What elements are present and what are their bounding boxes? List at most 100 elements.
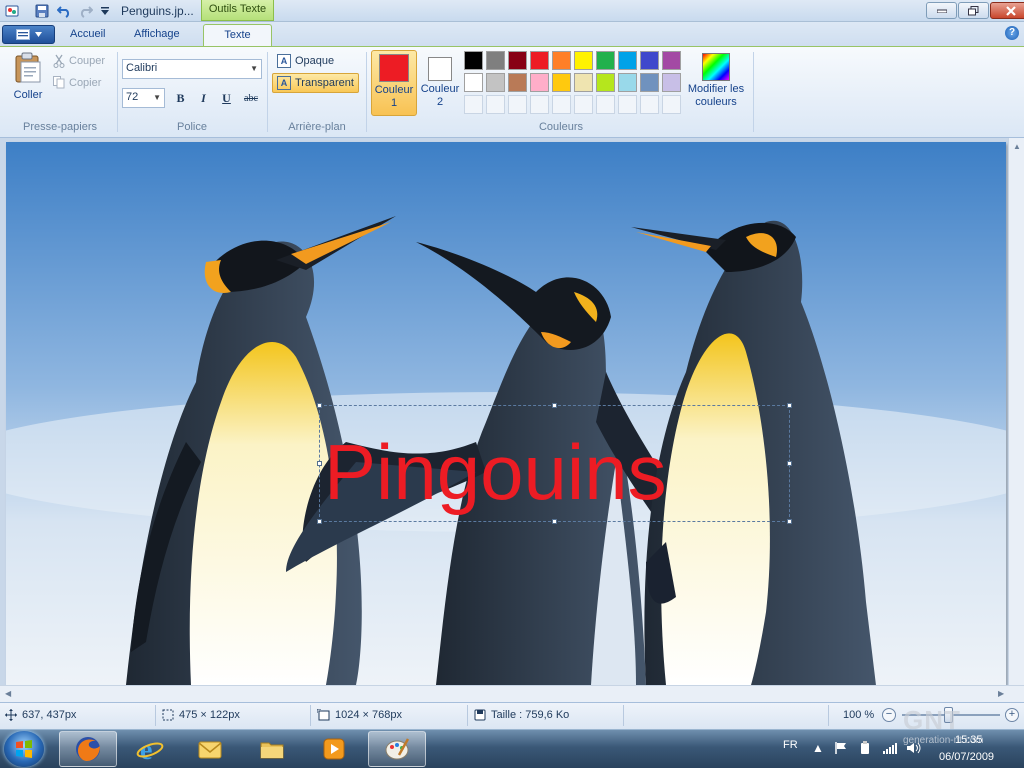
- palette-color-swatch[interactable]: [662, 51, 681, 70]
- palette-color-swatch[interactable]: [574, 51, 593, 70]
- palette-color-swatch[interactable]: [618, 51, 637, 70]
- resize-handle[interactable]: [787, 461, 792, 466]
- color1-label-line2: 1: [390, 97, 398, 109]
- paint-app-icon[interactable]: [4, 3, 20, 19]
- palette-color-swatch[interactable]: [662, 73, 681, 92]
- strikethrough-button[interactable]: abc: [239, 88, 263, 108]
- font-family-select[interactable]: Calibri ▼: [122, 59, 262, 79]
- palette-color-swatch[interactable]: [464, 73, 483, 92]
- tab-affichage[interactable]: Affichage: [122, 25, 192, 46]
- maximize-button[interactable]: [958, 2, 989, 19]
- application-menu-button[interactable]: [2, 25, 55, 44]
- resize-handle[interactable]: [317, 461, 322, 466]
- resize-handle[interactable]: [552, 403, 557, 408]
- color2-button[interactable]: Couleur 2: [418, 50, 462, 116]
- zoom-level: 100 %: [843, 709, 875, 721]
- palette-color-swatch[interactable]: [640, 73, 659, 92]
- selection-size: 475 × 122px: [162, 709, 240, 721]
- italic-button[interactable]: I: [193, 88, 214, 108]
- clock-time[interactable]: 15:35: [955, 734, 983, 746]
- language-indicator[interactable]: FR: [783, 739, 798, 751]
- tab-texte[interactable]: Texte: [203, 24, 272, 47]
- palette-empty-swatch[interactable]: [464, 95, 483, 114]
- scroll-left-icon[interactable]: ◀: [5, 689, 11, 698]
- minimize-button[interactable]: [926, 2, 957, 19]
- status-separator: [310, 705, 311, 726]
- zoom-out-button[interactable]: −: [882, 708, 896, 722]
- selection-size-value: 475 × 122px: [179, 709, 240, 721]
- palette-color-swatch[interactable]: [486, 73, 505, 92]
- palette-empty-swatch[interactable]: [508, 95, 527, 114]
- edit-colors-label-line2: couleurs: [695, 96, 737, 108]
- taskbar-app-outlook[interactable]: [181, 731, 239, 767]
- folder-icon: [260, 742, 284, 759]
- resize-handle[interactable]: [317, 403, 322, 408]
- cut-label: Couper: [69, 55, 106, 67]
- undo-icon[interactable]: [56, 3, 72, 19]
- canvas-text-pingouins[interactable]: Pingouins: [324, 424, 667, 520]
- palette-color-swatch[interactable]: [508, 51, 527, 70]
- palette-color-swatch[interactable]: [596, 51, 615, 70]
- edit-colors-label-line1: Modifier les: [687, 83, 745, 95]
- vertical-scrollbar[interactable]: ▲: [1008, 138, 1024, 685]
- taskbar-app-internet-explorer[interactable]: e: [121, 731, 179, 767]
- redo-icon[interactable]: [78, 3, 94, 19]
- color2-label-line1: Couleur: [420, 83, 460, 95]
- palette-color-swatch[interactable]: [552, 73, 571, 92]
- scroll-up-icon[interactable]: ▲: [1013, 142, 1021, 151]
- palette-color-swatch[interactable]: [596, 73, 615, 92]
- show-hidden-icons-icon[interactable]: ▲: [812, 741, 824, 755]
- palette-empty-swatch[interactable]: [640, 95, 659, 114]
- close-button[interactable]: [990, 2, 1024, 19]
- save-icon[interactable]: [34, 3, 50, 19]
- font-size-select[interactable]: 72 ▼: [122, 88, 165, 108]
- customize-quick-access-icon[interactable]: [97, 3, 113, 19]
- palette-empty-swatch[interactable]: [530, 95, 549, 114]
- palette-color-swatch[interactable]: [486, 51, 505, 70]
- tab-accueil[interactable]: Accueil: [58, 25, 117, 46]
- paste-label: Coller: [13, 89, 43, 101]
- palette-color-swatch[interactable]: [530, 73, 549, 92]
- cut-button[interactable]: Couper: [53, 54, 105, 68]
- zoom-in-button[interactable]: +: [1005, 708, 1019, 722]
- status-separator: [623, 705, 624, 726]
- palette-empty-swatch[interactable]: [596, 95, 615, 114]
- background-opaque-button[interactable]: A Opaque: [272, 51, 339, 71]
- color1-button[interactable]: Couleur 1: [371, 50, 417, 116]
- underline-button[interactable]: U: [216, 88, 237, 108]
- start-button[interactable]: [4, 731, 44, 767]
- resize-handle[interactable]: [787, 403, 792, 408]
- taskbar-app-paint[interactable]: [368, 731, 426, 767]
- network-icon[interactable]: [882, 741, 898, 758]
- resize-handle[interactable]: [787, 519, 792, 524]
- palette-color-swatch[interactable]: [574, 73, 593, 92]
- scroll-right-icon[interactable]: ▶: [998, 689, 1004, 698]
- palette-color-swatch[interactable]: [618, 73, 637, 92]
- taskbar-app-firefox[interactable]: [59, 731, 117, 767]
- palette-empty-swatch[interactable]: [574, 95, 593, 114]
- palette-color-swatch[interactable]: [552, 51, 571, 70]
- palette-color-swatch[interactable]: [508, 73, 527, 92]
- palette-empty-swatch[interactable]: [552, 95, 571, 114]
- edit-colors-button[interactable]: Modifier les couleurs: [684, 50, 748, 116]
- palette-color-swatch[interactable]: [640, 51, 659, 70]
- palette-color-swatch[interactable]: [464, 51, 483, 70]
- action-center-flag-icon[interactable]: [834, 741, 848, 758]
- palette-empty-swatch[interactable]: [618, 95, 637, 114]
- clock-date[interactable]: 06/07/2009: [939, 751, 994, 763]
- resize-handle[interactable]: [317, 519, 322, 524]
- copy-button[interactable]: Copier: [53, 76, 101, 89]
- paste-button[interactable]: Coller: [8, 52, 48, 104]
- background-transparent-button[interactable]: A Transparent: [272, 73, 359, 93]
- bold-button[interactable]: B: [170, 88, 191, 108]
- usb-device-icon[interactable]: [858, 741, 872, 758]
- horizontal-scrollbar[interactable]: ◀ ▶: [0, 685, 1024, 702]
- palette-color-swatch[interactable]: [530, 51, 549, 70]
- palette-empty-swatch[interactable]: [662, 95, 681, 114]
- palette-empty-swatch[interactable]: [486, 95, 505, 114]
- help-icon[interactable]: ?: [1005, 26, 1019, 40]
- taskbar-app-media-player[interactable]: [305, 731, 363, 767]
- menu-document-icon: [15, 29, 30, 40]
- cursor-position: 637, 437px: [5, 709, 76, 721]
- taskbar-app-explorer[interactable]: [243, 731, 301, 767]
